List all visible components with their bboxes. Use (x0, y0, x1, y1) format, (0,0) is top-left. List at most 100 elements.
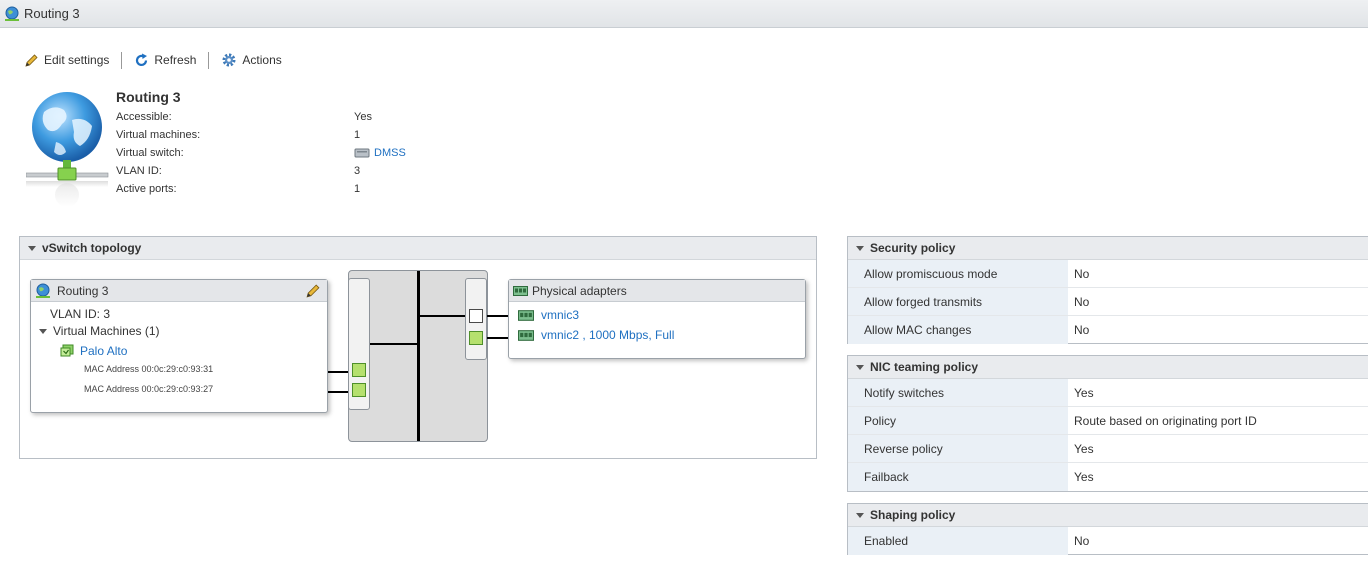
nic-teaming-policy-header[interactable]: NIC teaming policy (848, 356, 1368, 379)
vm-link[interactable]: Palo Alto (80, 344, 127, 358)
summary-value: 1 (354, 129, 361, 141)
policy-row: Failback Yes (848, 463, 1368, 491)
expand-triangle-icon (39, 328, 47, 334)
physical-adapters-card: Physical adapters vmnic3 vmnic2 , 1000 M… (508, 279, 806, 359)
collapse-triangle-icon (856, 245, 864, 251)
portgroup-icon (5, 6, 19, 21)
switch-line (370, 343, 418, 345)
uplink-line (487, 315, 509, 317)
policy-value: No (1074, 323, 1090, 337)
policy-row: Reverse policy Yes (848, 435, 1368, 463)
edit-pencil-icon[interactable] (305, 283, 321, 299)
summary-row-virtual-machines: Virtual machines: 1 (116, 126, 406, 144)
security-policy-header[interactable]: Security policy (848, 237, 1368, 260)
switch-line (418, 315, 465, 317)
summary-row-vlan: VLAN ID: 3 (116, 162, 406, 180)
policy-row: Policy Route based on originating port I… (848, 407, 1368, 435)
vswitch-topology-panel: vSwitch topology Routing 3 VLAN ID: 3 Vi… (19, 236, 817, 459)
pencil-icon (25, 53, 38, 67)
mac-address-1: MAC Address 00:0c:29:c0:93:31 (84, 364, 214, 374)
connector-line (328, 371, 349, 373)
portgroup-globe-icon (26, 92, 109, 207)
uplink-line (487, 337, 509, 339)
policy-value: Yes (1074, 470, 1094, 484)
refresh-label: Refresh (154, 53, 197, 67)
security-policy-panel: Security policy Allow promiscuous mode N… (847, 236, 1368, 344)
summary-key: Active ports: (116, 183, 177, 195)
summary-row-accessible: Accessible: Yes (116, 108, 406, 126)
policy-value: No (1074, 534, 1090, 548)
policy-row: Allow MAC changes No (848, 316, 1368, 344)
vm-entry: Palo Alto (60, 343, 127, 358)
summary-value-wrap: DMSS (354, 147, 406, 159)
nic-teaming-policy-title: NIC teaming policy (870, 360, 979, 374)
policy-key: Notify switches (848, 379, 1068, 406)
switch-bus (417, 271, 420, 441)
summary-value: 1 (354, 183, 361, 195)
policy-value: Yes (1074, 385, 1094, 400)
window-title: Routing 3 (24, 6, 80, 21)
vm-icon (60, 344, 74, 357)
policy-row: Allow promiscuous mode No (848, 260, 1368, 288)
virtual-machines-toggle[interactable]: Virtual Machines (1) (39, 324, 160, 338)
portgroup-card: Routing 3 VLAN ID: 3 Virtual Machines (1… (30, 279, 328, 413)
refresh-icon (136, 53, 148, 66)
title-bar: Routing 3 (0, 0, 1368, 28)
adapter-row-vmnic2: vmnic2 , 1000 Mbps, Full (518, 328, 674, 342)
policy-row: Allow forged transmits No (848, 288, 1368, 316)
policy-key: Allow forged transmits (848, 288, 1068, 315)
uplink-port-vmnic2 (469, 331, 483, 345)
portgroup-name: Routing 3 (116, 89, 181, 105)
summary-key: Accessible: (116, 111, 172, 123)
refresh-button[interactable]: Refresh (134, 53, 196, 68)
vswitch-icon (354, 148, 370, 158)
security-policy-title: Security policy (870, 241, 956, 255)
adapter-row-vmnic3: vmnic3 (518, 308, 579, 322)
summary-key: Virtual switch: (116, 147, 184, 159)
vlan-id-label: VLAN ID: 3 (50, 307, 111, 321)
summary-value: Yes (354, 111, 372, 123)
gear-icon (222, 53, 236, 67)
collapse-triangle-icon (856, 364, 864, 370)
collapse-triangle-icon (856, 512, 864, 518)
policy-value: No (1074, 266, 1090, 281)
summary-list: Accessible: Yes Virtual machines: 1 Virt… (116, 108, 406, 198)
collapse-triangle-icon (28, 245, 36, 251)
summary-value: 3 (354, 165, 361, 177)
nic-icon (518, 329, 534, 341)
toolbar-divider (121, 51, 123, 69)
policy-key: Enabled (848, 527, 1068, 555)
policy-key: Allow promiscuous mode (848, 260, 1068, 287)
policy-row: Enabled No (848, 527, 1368, 555)
portgroup-icon (36, 283, 50, 298)
policy-value: Route based on originating port ID (1074, 413, 1257, 428)
policy-value: No (1074, 294, 1090, 309)
policy-key: Policy (848, 407, 1068, 434)
summary-row-active-ports: Active ports: 1 (116, 180, 406, 198)
shaping-policy-header[interactable]: Shaping policy (848, 504, 1368, 527)
nic-icon (518, 309, 534, 321)
vswitch-topology-title: vSwitch topology (42, 241, 142, 255)
edit-settings-button[interactable]: Edit settings (24, 53, 109, 68)
nic-icon (513, 285, 528, 296)
connector-line (328, 391, 349, 393)
nic-teaming-policy-panel: NIC teaming policy Notify switches Yes P… (847, 355, 1368, 492)
portgroup-card-title: Routing 3 (57, 283, 109, 298)
policy-row: Notify switches Yes (848, 379, 1368, 407)
adapter-link-vmnic3[interactable]: vmnic3 (541, 308, 579, 322)
toolbar-divider (208, 51, 210, 69)
virtual-machines-label: Virtual Machines (1) (53, 324, 160, 338)
vm-port-2 (352, 383, 366, 397)
uplink-port-vmnic3 (469, 309, 483, 323)
virtual-switch-link[interactable]: DMSS (374, 147, 406, 159)
portgroup-card-header: Routing 3 (31, 280, 327, 302)
policy-key: Allow MAC changes (848, 316, 1068, 344)
summary-row-virtual-switch: Virtual switch: DMSS (116, 144, 406, 162)
shaping-policy-title: Shaping policy (870, 508, 956, 522)
vswitch-topology-header[interactable]: vSwitch topology (20, 237, 816, 260)
adapter-link-vmnic2[interactable]: vmnic2 , 1000 Mbps, Full (541, 328, 674, 342)
actions-button[interactable]: Actions (221, 52, 282, 68)
summary-key: VLAN ID: (116, 165, 162, 177)
physical-adapters-title: Physical adapters (532, 283, 627, 298)
actions-label: Actions (242, 53, 282, 67)
